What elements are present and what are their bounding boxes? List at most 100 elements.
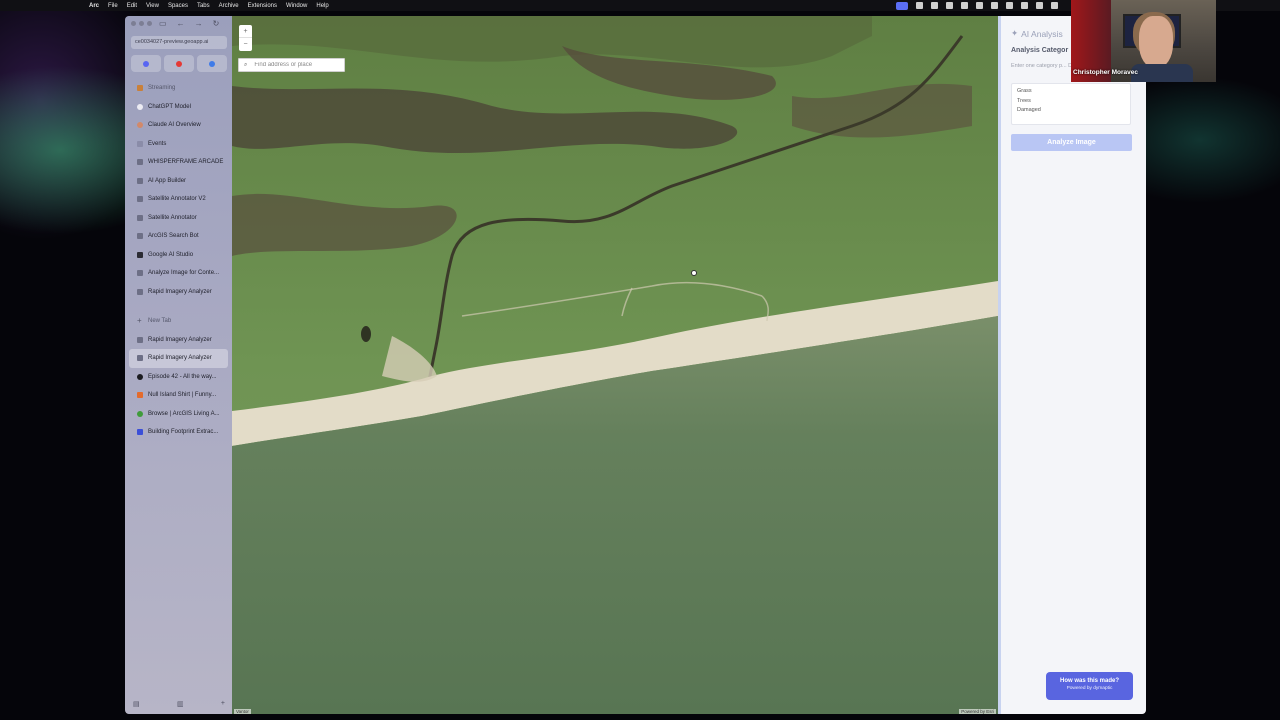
display-icon[interactable] [976,2,983,9]
map-view[interactable]: + − ⌕ Vantor Powered by Esri [232,16,998,714]
page-icon [137,336,143,343]
favorite-chrome[interactable] [197,55,227,72]
menu-extensions[interactable]: Extensions [248,3,277,9]
sidebar-item-analyze-image[interactable]: Analyze Image for Conte... [129,264,228,283]
sidebar-item-label: ChatGPT Model [148,103,191,110]
sidebar-item-ai-app-builder[interactable]: AI App Builder [129,172,228,191]
bluetooth-icon[interactable] [931,2,938,9]
sidebar-item-claude-ai-overview[interactable]: Claude AI Overview [129,116,228,135]
shop-icon [137,392,143,399]
archive-icon[interactable]: ▤ [133,700,140,708]
forward-icon[interactable]: → [195,19,203,28]
zoom-in-button[interactable]: + [239,25,252,38]
url-bar[interactable]: ce0034027-preview.geoapp.ai [131,36,227,49]
sidebar-item-label: Claude AI Overview [148,122,201,129]
sidebar-item-satellite-annotator-v2[interactable]: Satellite Annotator V2 [129,190,228,209]
window-icon[interactable] [991,2,998,9]
tab-episode-42[interactable]: Episode 42 - All the way... [129,368,228,387]
favorite-discord[interactable] [131,55,161,72]
zoom-out-button[interactable]: − [239,38,252,51]
tab-label: Rapid Imagery Analyzer [148,355,212,362]
map-search: ⌕ [238,58,345,72]
categories-textarea[interactable]: Grass Trees Damaged [1011,83,1131,125]
sidebar-item-arcgis-search-bot[interactable]: ArcGIS Search Bot [129,227,228,246]
discord-icon [143,60,149,67]
esri-attribution[interactable]: Powered by Esri [959,709,996,714]
library-icon[interactable]: ▥ [177,700,184,708]
menu-view[interactable]: View [146,3,159,9]
sidebar-item-rapid-imagery-analyzer[interactable]: Rapid Imagery Analyzer [129,283,228,302]
page-icon [137,355,143,362]
sidebar-item-label: Satellite Annotator V2 [148,196,206,203]
window-controls [131,21,152,26]
panel-title: ✦ AI Analysis [1011,28,1063,39]
sidebar-item-label: Events [148,140,167,147]
tab-label: Null Island Shirt | Funny... [148,392,217,399]
category-line: Trees [1017,97,1031,104]
how-was-this-made-button[interactable]: How was this made? Powered by dymaptic [1046,672,1133,700]
favorites [131,55,227,72]
ai-analysis-panel: ✦ AI Analysis Analysis Categor Enter one… [1001,16,1146,714]
brightness-icon[interactable] [916,2,923,9]
chat-icon[interactable] [1006,2,1013,9]
favorite-youtube[interactable] [164,55,194,72]
search-input[interactable] [254,62,340,68]
screen-share-icon[interactable] [896,1,908,10]
wifi-icon[interactable] [1051,2,1058,9]
category-line: Damaged [1017,107,1041,113]
menu-edit[interactable]: Edit [127,3,137,9]
zoom-window-icon[interactable] [147,21,152,26]
satellite-icon: ✦ [1011,28,1019,38]
menu-window[interactable]: Window [286,3,307,9]
grid-icon[interactable] [946,2,953,9]
sidebar-item-whisperframe-arcade[interactable]: WHISPERFRAME ARCADE [129,153,228,172]
close-window-icon[interactable] [131,21,136,26]
space-header-label: Streaming [148,85,176,92]
tab-rapid-imagery-analyzer-active[interactable]: Rapid Imagery Analyzer [129,349,228,368]
folder-icon [137,85,143,92]
made-line-2: Powered by dymaptic [1066,686,1113,691]
page-icon [137,159,143,166]
sidebar-tab-list: Streaming ChatGPT Model Claude AI Overvi… [125,79,232,442]
battery-icon[interactable] [1036,2,1043,9]
page-icon [137,429,143,436]
menu-archive[interactable]: Archive [219,3,239,9]
minimize-window-icon[interactable] [139,21,144,26]
category-line: Grass [1017,88,1032,94]
tab-label: Episode 42 - All the way... [148,373,217,380]
sidebar-footer: ▤ ▥ + [133,700,225,708]
webcam-name-label: Christopher Moravec [1073,69,1139,76]
menu-tabs[interactable]: Tabs [197,3,210,9]
page-icon [137,196,143,203]
menu-help[interactable]: Help [316,3,328,9]
sidebar-item-google-ai-studio[interactable]: Google AI Studio [129,246,228,265]
menu-spaces[interactable]: Spaces [168,3,188,9]
google-icon [137,251,143,258]
panel-title-label: AI Analysis [1021,28,1063,39]
tab-building-footprint[interactable]: Building Footprint Extrac... [129,423,228,442]
tab-rapid-imagery-analyzer[interactable]: Rapid Imagery Analyzer [129,331,228,350]
sidebar-toggle-icon[interactable]: ▭ [159,19,167,28]
space-header-streaming[interactable]: Streaming [129,79,228,98]
back-icon[interactable]: ← [177,19,185,28]
tab-browse-arcgis-living-atlas[interactable]: Browse | ArcGIS Living A... [129,405,228,424]
cloud-icon[interactable] [1021,2,1028,9]
menu-app[interactable]: Arc [89,3,99,9]
tab-null-island-shirt[interactable]: Null Island Shirt | Funny... [129,386,228,405]
analyze-image-button[interactable]: Analyze Image [1011,134,1132,151]
sidebar-item-satellite-annotator[interactable]: Satellite Annotator [129,209,228,228]
camera-icon[interactable] [961,2,968,9]
new-tab-button[interactable]: + New Tab [129,312,228,331]
sidebar-item-label: ArcGIS Search Bot [148,233,199,240]
tab-label: Browse | ArcGIS Living A... [148,410,220,417]
podcast-icon [137,373,143,380]
browser-window: ▭ ← → ↻ ce0034027-preview.geoapp.ai Stre… [125,16,1146,714]
apple-icon[interactable] [73,2,81,10]
sidebar-item-chatgpt-model[interactable]: ChatGPT Model [129,98,228,117]
add-icon[interactable]: + [221,700,225,708]
sidebar-item-events[interactable]: Events [129,135,228,154]
webcam-overlay: Christopher Moravec [1071,0,1216,82]
sidebar-item-label: Rapid Imagery Analyzer [148,288,212,295]
menu-file[interactable]: File [108,3,118,9]
reload-icon[interactable]: ↻ [213,19,220,28]
